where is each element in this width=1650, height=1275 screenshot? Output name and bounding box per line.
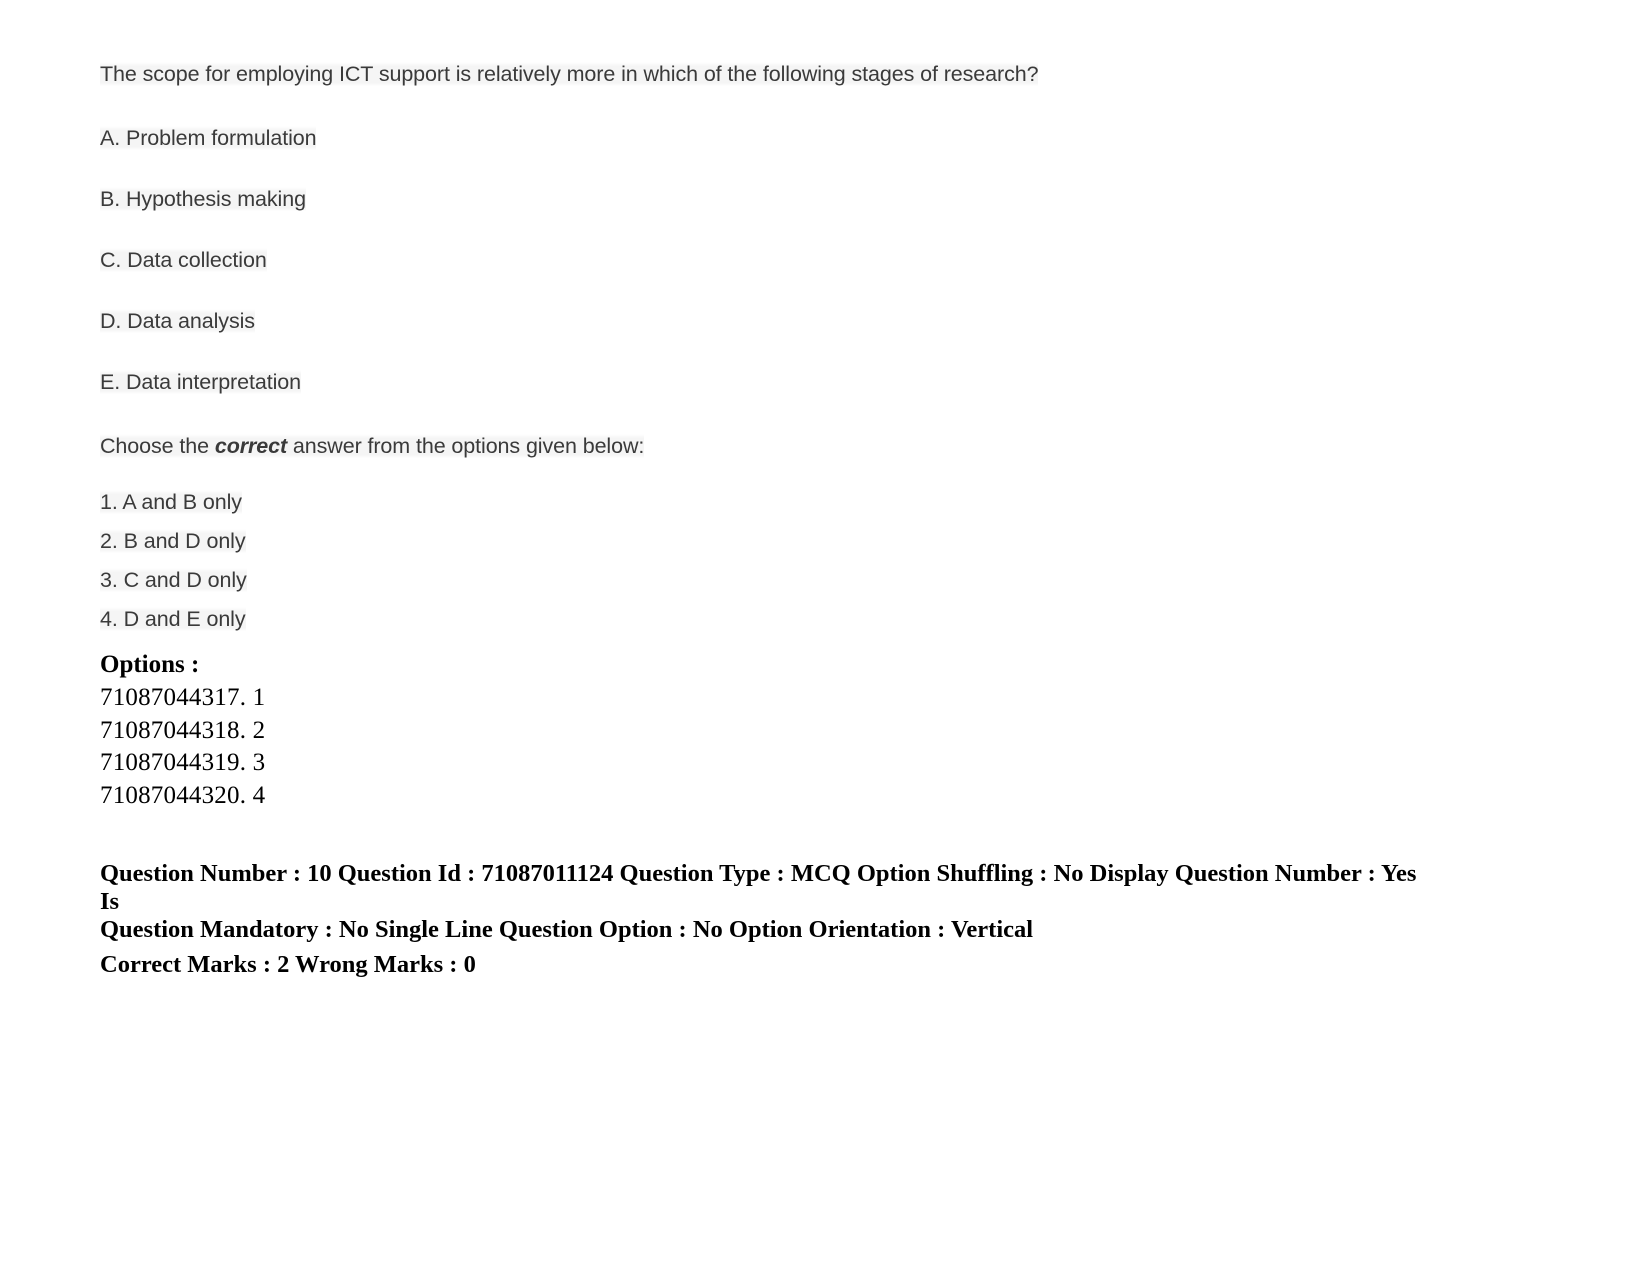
option-id-4: 71087044320. 4	[100, 781, 266, 809]
answer-choice-4-text: 4. D and E only	[100, 607, 246, 631]
answer-choice-1-text: 1. A and B only	[100, 490, 242, 514]
option-id-1: 71087044317. 1	[100, 684, 266, 711]
question-block: The scope for employing ICT support is r…	[100, 55, 1110, 643]
instruction-after: answer from the options given below:	[287, 434, 645, 458]
instruction-line: Choose the correct answer from the optio…	[100, 427, 1110, 465]
option-id-3: 71087044319. 3	[100, 749, 266, 776]
answer-choice-2-text: 2. B and D only	[100, 529, 246, 553]
statement-e-text: E. Data interpretation	[100, 370, 301, 394]
statement-a: A. Problem formulation	[100, 119, 1110, 157]
answer-choice-list: 1. A and B only 2. B and D only 3. C and…	[100, 487, 1110, 634]
instruction-before: Choose the	[100, 434, 215, 458]
statement-c: C. Data collection	[100, 241, 1110, 279]
statement-d-text: D. Data analysis	[100, 309, 255, 333]
statement-b: B. Hypothesis making	[100, 180, 1110, 218]
answer-choice-3-text: 3. C and D only	[100, 568, 247, 592]
options-heading: Options :	[100, 651, 200, 678]
options-section: Options : 71087044317. 1 71087044318. 2 …	[100, 648, 1000, 812]
metadata-line-2: Question Mandatory : No Single Line Ques…	[100, 916, 1034, 943]
instruction-emphasis: correct	[214, 434, 288, 458]
statement-b-text: B. Hypothesis making	[100, 187, 306, 211]
question-page: { "question": { "stem": "The scope for e…	[0, 0, 1650, 1275]
question-metadata: Question Number : 10 Question Id : 71087…	[100, 860, 1420, 979]
question-stem: The scope for employing ICT support is r…	[100, 55, 1050, 93]
statement-c-text: C. Data collection	[100, 248, 267, 272]
statement-e: E. Data interpretation	[100, 363, 1110, 401]
metadata-line-3: Correct Marks : 2 Wrong Marks : 0	[100, 951, 476, 978]
metadata-line-1: Question Number : 10 Question Id : 71087…	[100, 860, 1417, 915]
statement-a-text: A. Problem formulation	[100, 126, 317, 150]
answer-choice-4[interactable]: 4. D and E only	[100, 604, 1110, 634]
question-stem-text: The scope for employing ICT support is r…	[100, 62, 1039, 86]
instruction-text: Choose the correct answer from the optio…	[100, 434, 644, 458]
answer-choice-2[interactable]: 2. B and D only	[100, 526, 1110, 556]
answer-choice-1[interactable]: 1. A and B only	[100, 487, 1110, 517]
option-id-2: 71087044318. 2	[100, 716, 266, 744]
statement-d: D. Data analysis	[100, 302, 1110, 340]
answer-choice-3[interactable]: 3. C and D only	[100, 565, 1110, 595]
